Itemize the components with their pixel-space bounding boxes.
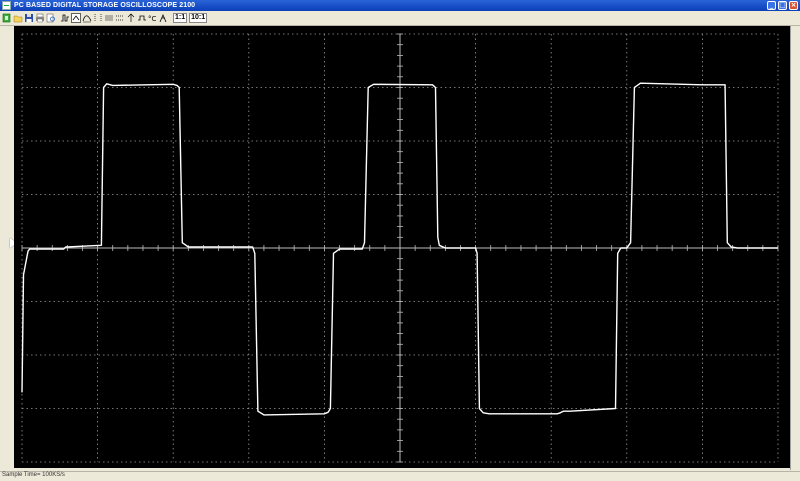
vertical-cursor-icon[interactable] xyxy=(126,13,136,23)
scope-plot xyxy=(21,33,779,463)
app-icon xyxy=(2,1,11,10)
cursor-icon[interactable] xyxy=(93,13,103,23)
toolbar: °C 1:1 10:1 xyxy=(0,11,800,26)
status-text: Sample Time= 100KS/s xyxy=(2,472,65,478)
exit-icon[interactable] xyxy=(2,13,12,23)
window-title: PC BASED DIGITAL STORAGE OSCILLOSCOPE 21… xyxy=(14,2,196,9)
scope-screen[interactable] xyxy=(14,26,790,468)
right-scrollbar[interactable] xyxy=(790,26,800,470)
close-button[interactable]: × xyxy=(789,1,798,10)
trigger-icon[interactable] xyxy=(71,13,81,23)
probe-icon[interactable] xyxy=(159,13,169,23)
save-icon[interactable] xyxy=(24,13,34,23)
measure-icon[interactable] xyxy=(82,13,92,23)
status-bar: Sample Time= 100KS/s xyxy=(0,471,800,481)
minimize-button[interactable]: _ xyxy=(767,1,776,10)
probe-1x-button[interactable]: 1:1 xyxy=(173,13,188,23)
print-icon[interactable] xyxy=(35,13,45,23)
title-bar: PC BASED DIGITAL STORAGE OSCILLOSCOPE 21… xyxy=(0,0,800,11)
grid-icon[interactable] xyxy=(104,13,114,23)
channel-marker-strip xyxy=(0,26,17,470)
window-controls: _ □ × xyxy=(767,1,798,10)
single-shot-icon[interactable] xyxy=(60,13,70,23)
timebase-icon[interactable] xyxy=(137,13,147,23)
svg-text:°C: °C xyxy=(148,15,157,23)
probe-10x-button[interactable]: 10:1 xyxy=(189,13,208,23)
maximize-button[interactable]: □ xyxy=(778,1,787,10)
channel-icon[interactable]: °C xyxy=(148,13,158,23)
horizontal-cursor-icon[interactable] xyxy=(115,13,125,23)
open-folder-icon[interactable] xyxy=(13,13,23,23)
print-preview-icon[interactable] xyxy=(46,13,56,23)
scope-area xyxy=(0,26,800,470)
